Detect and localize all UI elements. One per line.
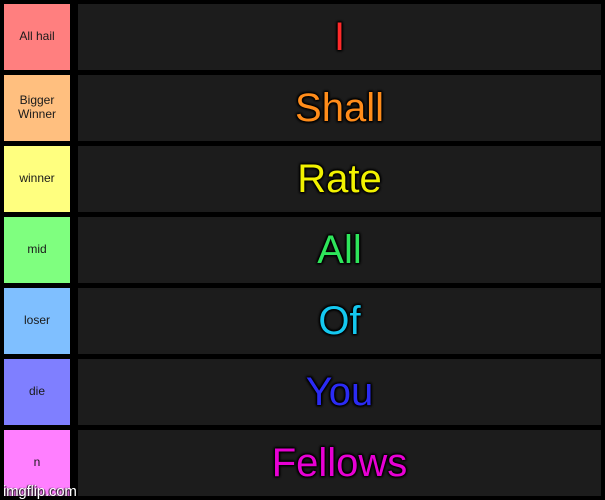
tier-label-cell-1[interactable]: All hail	[4, 4, 70, 70]
tier-label-cell-6[interactable]: die	[4, 359, 70, 425]
tier-item-text-6: You	[305, 370, 374, 414]
tier-item-text-1: I	[333, 15, 346, 59]
tier-row: n Fellows	[4, 430, 601, 496]
tier-content-row-7[interactable]: Fellows	[78, 430, 601, 496]
tier-content-row-6[interactable]: You	[78, 359, 601, 425]
tier-row: winner Rate	[4, 146, 601, 212]
tier-item-text-2: Shall	[295, 86, 384, 130]
tier-item-text-7: Fellows	[271, 441, 408, 485]
tier-content-row-4[interactable]: All	[78, 217, 601, 283]
tier-item-text-3: Rate	[297, 157, 382, 201]
tier-content-row-1[interactable]: I	[78, 4, 601, 70]
tier-list: All hail I Bigger Winner Shall winner Ra…	[0, 0, 605, 500]
tier-label-cell-2[interactable]: Bigger Winner	[4, 75, 70, 141]
tier-content-row-2[interactable]: Shall	[78, 75, 601, 141]
tier-label-cell-4[interactable]: mid	[4, 217, 70, 283]
tier-label-cell-3[interactable]: winner	[4, 146, 70, 212]
tier-content-row-5[interactable]: Of	[78, 288, 601, 354]
tier-item-text-4: All	[317, 228, 362, 272]
tier-row: All hail I	[4, 4, 601, 70]
tier-row: Bigger Winner Shall	[4, 75, 601, 141]
tier-label-cell-5[interactable]: loser	[4, 288, 70, 354]
tier-row: mid All	[4, 217, 601, 283]
tier-content-row-3[interactable]: Rate	[78, 146, 601, 212]
tier-label-cell-7[interactable]: n	[4, 430, 70, 496]
tier-item-text-5: Of	[318, 299, 361, 343]
tier-row: loser Of	[4, 288, 601, 354]
tier-row: die You	[4, 359, 601, 425]
